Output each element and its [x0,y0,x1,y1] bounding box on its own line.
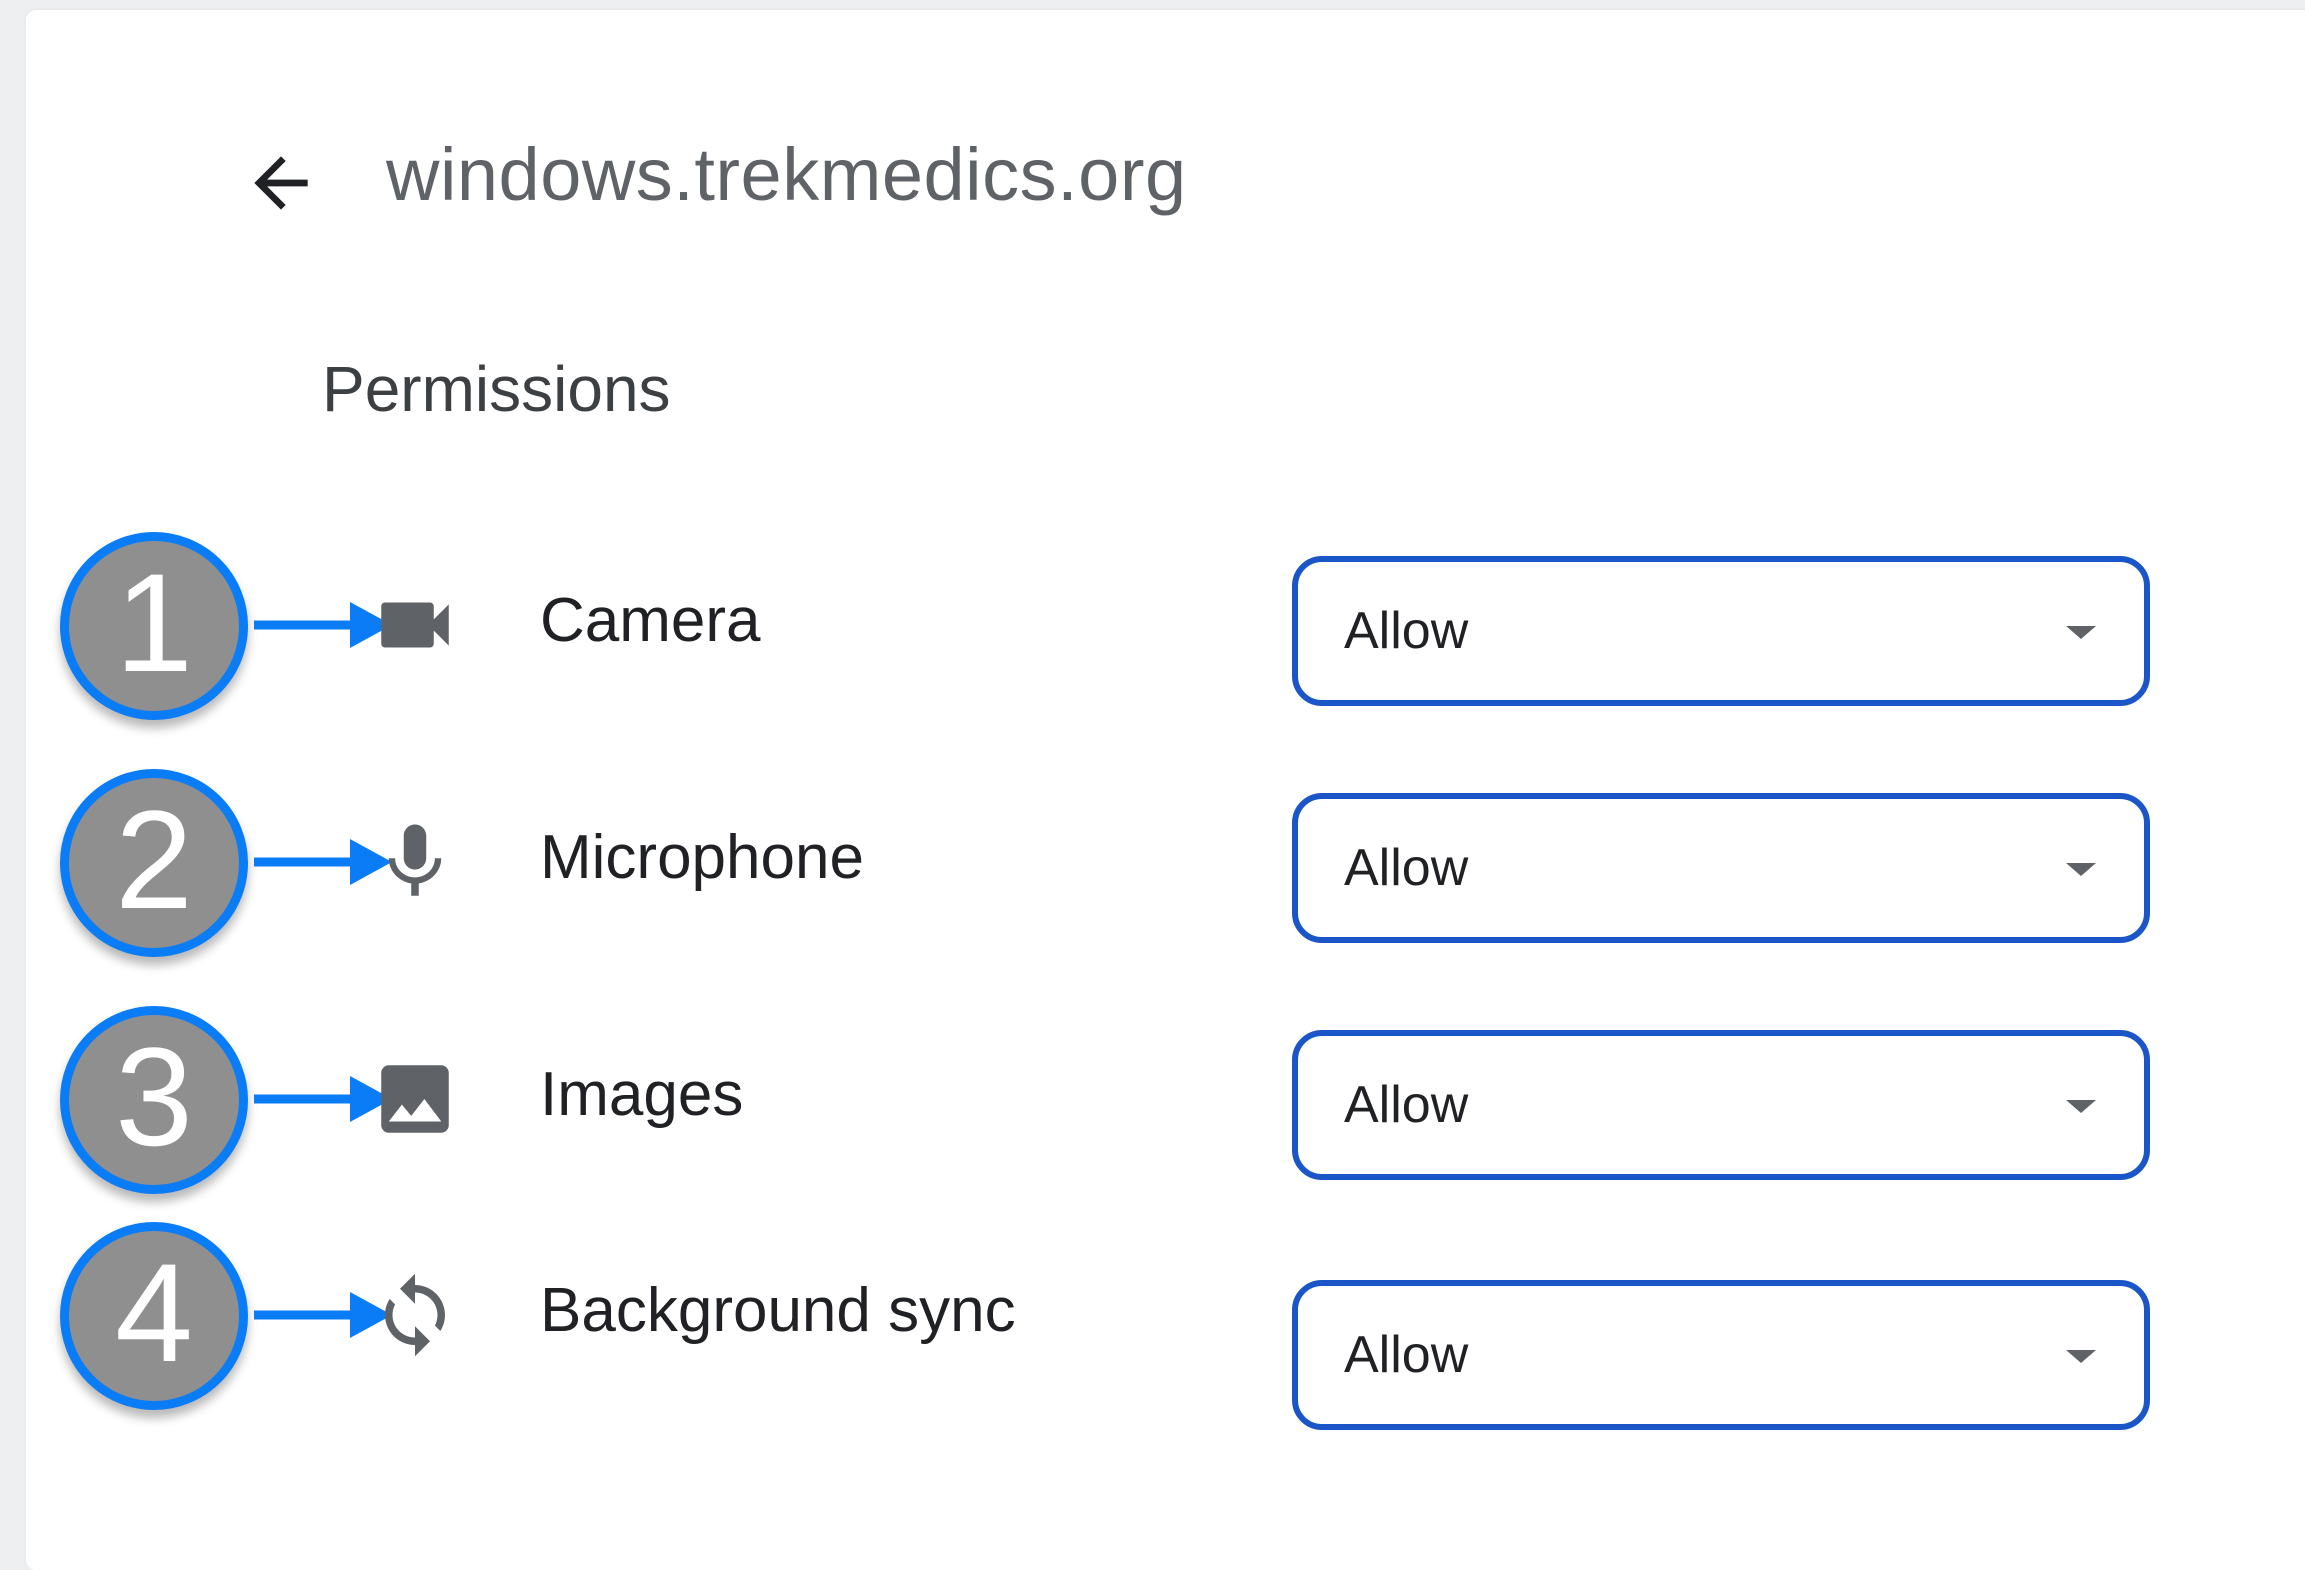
arrow-back-icon [254,156,308,210]
camera-permission-select[interactable]: Allow [1292,556,2150,706]
caret-down-icon [2066,863,2096,876]
microphone-icon [388,824,442,896]
background-sync-permission-select[interactable]: Allow [1292,1280,2150,1430]
image-icon [381,1065,449,1133]
permission-row-images: 3 Images Allow [26,1004,2305,1204]
select-value: Allow [1344,602,1469,660]
site-settings-panel: windows.trekmedics.org Permissions 1 Cam… [26,10,2305,1570]
caret-down-icon [2066,1350,2096,1363]
step-badge-4: 4 [60,1222,248,1410]
camera-icon [381,602,449,648]
microphone-permission-select[interactable]: Allow [1292,793,2150,943]
select-value: Allow [1344,1076,1469,1134]
page-header: windows.trekmedics.org [26,120,2305,230]
step-badge-2: 2 [60,769,248,957]
permission-row-microphone: 2 Microphone Allow [26,767,2305,967]
back-button[interactable] [226,138,336,228]
step-badge-3: 3 [60,1006,248,1194]
permissions-heading: Permissions [322,353,671,425]
select-value: Allow [1344,839,1469,897]
select-value: Allow [1344,1326,1469,1384]
images-permission-select[interactable]: Allow [1292,1030,2150,1180]
sync-icon [385,1273,445,1357]
page-title: windows.trekmedics.org [386,133,1187,216]
permission-label-background-sync: Background sync [540,1276,1016,1345]
caret-down-icon [2066,1100,2096,1113]
caret-down-icon [2066,626,2096,639]
permission-label-camera: Camera [540,586,761,655]
permission-label-images: Images [540,1060,744,1129]
permission-row-camera: 1 Camera Allow [26,530,2305,730]
permission-label-microphone: Microphone [540,823,864,892]
permission-row-background-sync: 4 Background sync Allow [26,1220,2305,1430]
step-badge-1: 1 [60,532,248,720]
